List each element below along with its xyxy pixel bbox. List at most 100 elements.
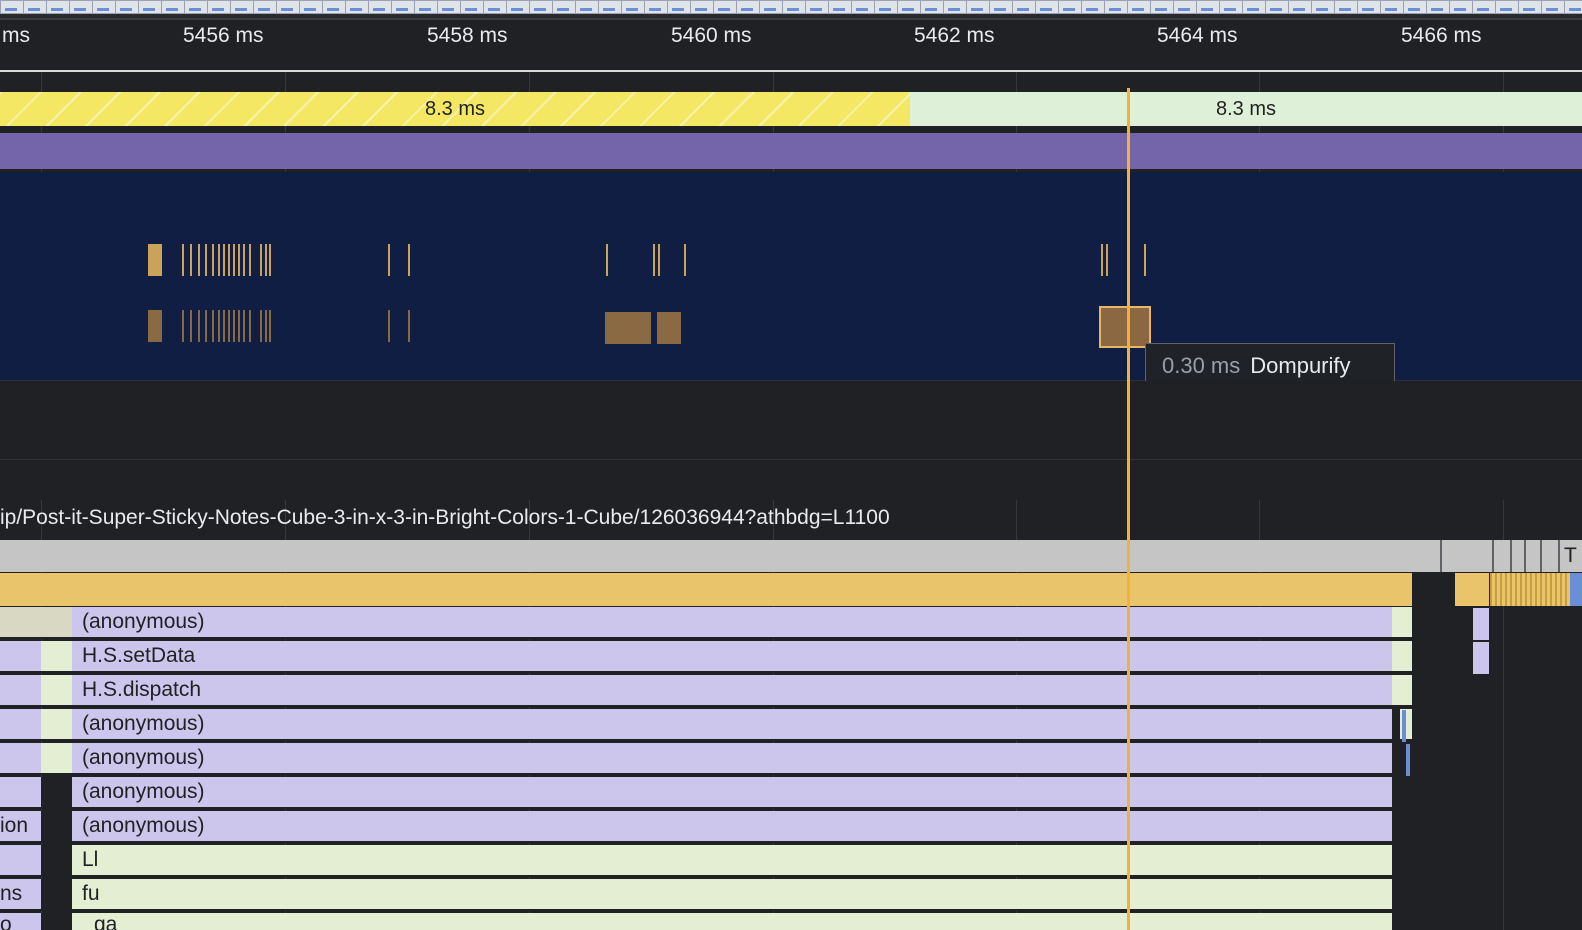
call-frame[interactable]: Ll [72,845,1392,877]
call-frame[interactable] [0,845,41,877]
call-frame[interactable] [0,641,41,673]
call-frame[interactable]: (anonymous) [72,607,1392,639]
raster-event-tick[interactable] [653,244,655,276]
call-frame[interactable] [0,743,41,775]
playhead-cursor[interactable] [1127,88,1130,930]
raster-event-tick[interactable] [198,244,200,276]
gpu-event-tick[interactable] [260,310,262,342]
raster-event-tick[interactable] [260,244,262,276]
call-frame[interactable] [41,641,72,673]
screenshot-thumbnail[interactable] [1564,0,1582,14]
call-frame[interactable]: ns [0,879,41,911]
gpu-event-tick[interactable] [205,310,207,342]
raster-event-tick[interactable] [269,244,271,276]
call-frame[interactable]: fu [72,879,1392,911]
call-frame[interactable]: ga [72,913,1392,930]
task-segment[interactable]: T [1558,540,1582,572]
screenshots-filmstrip[interactable] [0,0,1582,20]
raster-event-tick[interactable] [218,244,220,276]
raster-event-tick[interactable] [182,244,184,276]
gpu-event-tick[interactable] [249,310,251,342]
raster-event-tick[interactable] [233,244,235,276]
gpu-event-block[interactable] [657,312,681,344]
call-frame[interactable]: H.S.setData [72,641,1392,673]
raster-event-tick[interactable] [408,244,410,276]
task-segment[interactable] [1570,573,1582,606]
call-frame[interactable]: (anonymous) [72,743,1392,775]
gpu-event-tick[interactable] [388,310,390,342]
dropped-frame[interactable]: 8.3 ms [0,92,910,126]
task-segment[interactable] [1492,540,1510,572]
call-frame[interactable] [1392,607,1412,639]
empty-track [0,460,1582,500]
gpu-event-tick[interactable] [198,310,200,342]
gpu-event-tick[interactable] [269,310,271,342]
raster-event-tick[interactable] [265,244,267,276]
call-frame[interactable] [1473,642,1489,674]
call-frame[interactable] [41,675,72,707]
raster-event-tick[interactable] [249,244,251,276]
raster-event-tick[interactable] [190,244,192,276]
call-frame[interactable] [1392,641,1412,673]
gpu-event-tick[interactable] [243,310,245,342]
raster-event-tick[interactable] [243,244,245,276]
gpu-event-tick[interactable] [182,310,184,342]
gpu-event-tick[interactable] [228,310,230,342]
task-segment[interactable] [1540,540,1558,572]
gpu-event-tick[interactable] [223,310,225,342]
task-segment[interactable] [1490,573,1570,606]
raster-event-tick[interactable] [212,244,214,276]
ruler-tick-label: 5466 ms [1401,24,1482,47]
gpu-event-tick[interactable] [190,310,192,342]
gpu-event-tick[interactable] [265,310,267,342]
timeline-ruler[interactable]: ms 5456 ms 5458 ms 5460 ms 5462 ms 5464 … [0,20,1582,72]
raster-event-tick[interactable] [1106,244,1108,276]
call-frame[interactable]: ion [0,811,41,843]
ruler-tick-label: 5464 ms [1157,24,1238,47]
call-frame[interactable] [0,607,72,639]
call-frame[interactable]: (anonymous) [72,709,1392,741]
call-frame[interactable] [0,777,41,809]
raster-event-tick[interactable] [684,244,686,276]
call-frame[interactable] [1406,744,1410,776]
call-frame[interactable] [0,675,41,707]
call-frame[interactable] [1473,608,1489,640]
call-frame[interactable] [41,709,72,741]
raster-event-tick[interactable] [606,244,608,276]
gpu-event-tick[interactable] [238,310,240,342]
gpu-event-tick[interactable] [218,310,220,342]
evaluate-script-bar[interactable] [0,573,1412,606]
call-frame[interactable] [0,709,41,741]
gpu-event-tick[interactable] [408,310,410,342]
raster-event-tick[interactable] [223,244,225,276]
call-frame[interactable] [41,743,72,775]
raster-event-tick[interactable] [228,244,230,276]
call-frame[interactable]: o [0,913,41,930]
call-frame-gap [41,811,72,843]
task-segment[interactable] [1510,540,1524,572]
interaction-bar[interactable] [0,133,1582,169]
call-frame[interactable]: H.S.dispatch [72,675,1392,707]
call-frame[interactable]: (anonymous) [72,811,1392,843]
task-bar[interactable] [0,540,1440,572]
raster-event-tick[interactable] [388,244,390,276]
raster-event-tick[interactable] [658,244,660,276]
gpu-event-block[interactable] [605,312,651,344]
call-frame[interactable] [1392,675,1412,707]
task-segment[interactable] [1440,540,1492,572]
call-frame[interactable] [1402,710,1406,742]
gpu-event-tick[interactable] [233,310,235,342]
raster-event-tick[interactable] [1144,244,1146,276]
task-segment[interactable] [1455,573,1489,606]
gpu-event-tick[interactable] [212,310,214,342]
task-segment[interactable] [1524,540,1540,572]
call-frame[interactable]: (anonymous) [72,777,1392,809]
frame[interactable]: 8.3 ms [910,92,1582,126]
raster-event-tick[interactable] [205,244,207,276]
dompurify-event[interactable] [1099,306,1151,348]
raster-event-tick[interactable] [160,244,162,276]
flame-row: (anonymous) [0,709,1582,741]
raster-event-tick[interactable] [1101,244,1103,276]
gpu-event-tick[interactable] [160,310,162,342]
raster-event-tick[interactable] [238,244,240,276]
